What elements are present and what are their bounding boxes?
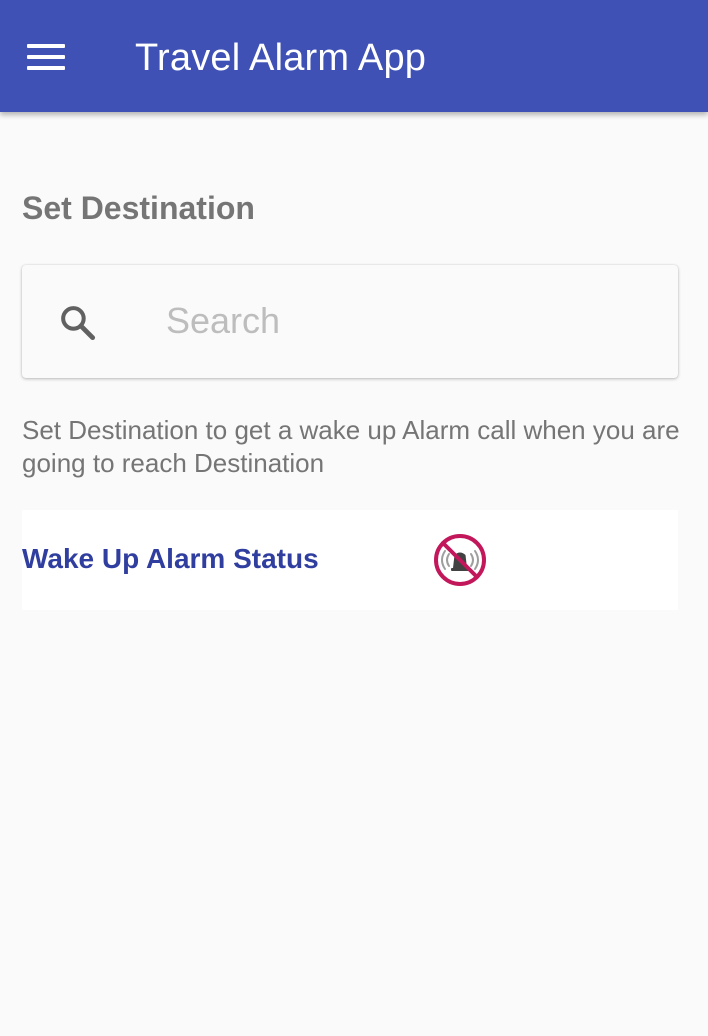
app-bar: Travel Alarm App [0, 0, 708, 112]
helper-text: Set Destination to get a wake up Alarm c… [22, 415, 680, 478]
alarm-status-label: Wake Up Alarm Status [22, 543, 319, 574]
alarm-off-icon[interactable] [432, 532, 488, 588]
hamburger-menu-icon [27, 44, 65, 70]
search-input[interactable] [162, 291, 646, 351]
alarm-status-row: Wake Up Alarm Status [22, 510, 678, 610]
search-icon[interactable] [56, 301, 100, 345]
menu-button[interactable] [18, 31, 74, 83]
app-title: Travel Alarm App [135, 37, 427, 79]
search-bar[interactable] [22, 265, 678, 378]
set-destination-heading: Set Destination [22, 190, 255, 226]
